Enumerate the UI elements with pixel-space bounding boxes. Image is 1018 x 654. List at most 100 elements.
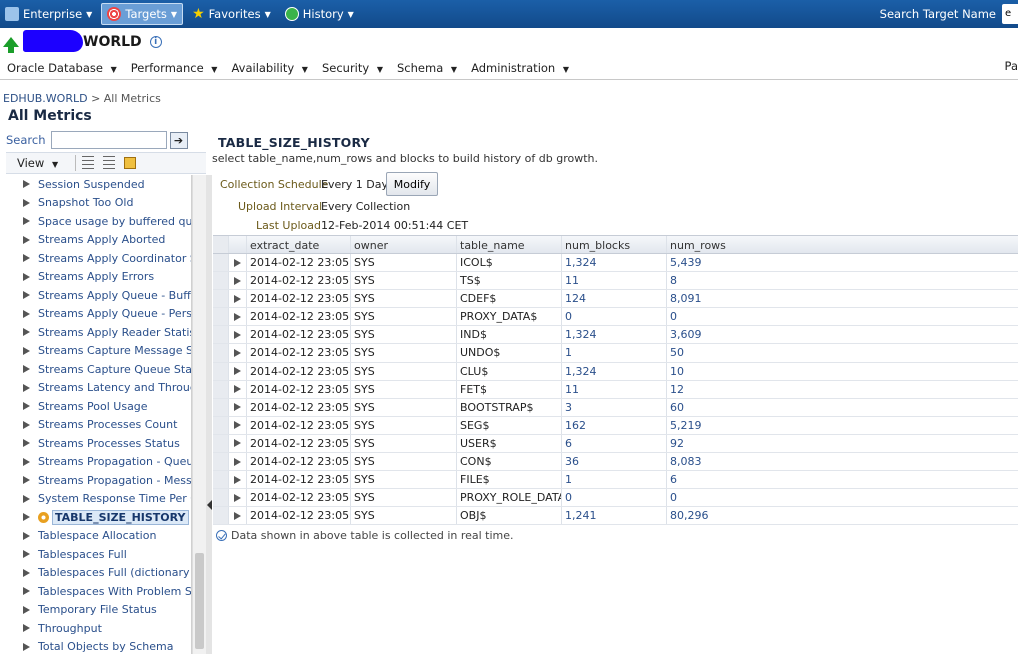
expand-triangle-icon[interactable] xyxy=(23,476,30,485)
target-name[interactable]: WORLD xyxy=(23,30,142,52)
row-selector[interactable] xyxy=(213,434,229,453)
table-row[interactable]: 2014-02-12 23:05:46SYSIND$1,3243,609 xyxy=(213,326,1018,345)
expand-triangle-icon[interactable] xyxy=(23,291,30,300)
tree-item[interactable]: Streams Pool Usage xyxy=(6,397,191,416)
row-selector[interactable] xyxy=(213,471,229,489)
tree-item[interactable]: Tablespaces With Problem Segr xyxy=(6,582,191,601)
expand-triangle-icon[interactable] xyxy=(23,346,30,355)
row-selector[interactable] xyxy=(213,308,229,326)
table-row[interactable]: 2014-02-12 23:05:46SYSICOL$1,3245,439 xyxy=(213,254,1018,273)
tree-item[interactable]: Streams Propagation - Queue P xyxy=(6,453,191,472)
metric-search-input[interactable] xyxy=(50,131,167,149)
row-expand[interactable] xyxy=(229,272,247,290)
expand-triangle-icon[interactable] xyxy=(23,254,30,263)
tree-item[interactable]: Streams Processes Count xyxy=(6,416,191,435)
row-selector[interactable] xyxy=(213,344,229,362)
menu-security[interactable]: Security ▼ xyxy=(315,61,390,75)
menu-schema[interactable]: Schema ▼ xyxy=(390,61,464,75)
hierarchy-icon[interactable] xyxy=(124,157,137,169)
info-icon[interactable]: i xyxy=(149,36,162,48)
table-row[interactable]: 2014-02-12 23:05:46SYSCDEF$1248,091 xyxy=(213,290,1018,309)
expand-triangle-icon[interactable] xyxy=(23,420,30,429)
collapse-panel-icon[interactable] xyxy=(207,500,212,510)
targets-menu[interactable]: Targets ▼ xyxy=(101,3,184,25)
tree-item[interactable]: Snapshot Too Old xyxy=(6,194,191,213)
expand-triangle-icon[interactable] xyxy=(23,457,30,466)
expand-triangle-icon[interactable] xyxy=(23,513,30,522)
column-header-num-blocks[interactable]: num_blocks xyxy=(562,236,667,253)
row-expand[interactable] xyxy=(229,434,247,453)
expand-triangle-icon[interactable] xyxy=(23,198,30,207)
collapse-all-icon[interactable] xyxy=(103,156,116,170)
page-menu-truncated[interactable]: Pa xyxy=(1005,59,1018,73)
column-header-num-rows[interactable]: num_rows xyxy=(667,236,1018,253)
table-row[interactable]: 2014-02-12 23:05:46SYSFET$1112 xyxy=(213,380,1018,399)
row-selector[interactable] xyxy=(213,254,229,272)
row-selector[interactable] xyxy=(213,290,229,308)
expand-triangle-icon[interactable] xyxy=(23,402,30,411)
history-menu[interactable]: History ▼ xyxy=(280,3,359,25)
expand-triangle-icon[interactable] xyxy=(23,642,30,651)
row-expand[interactable] xyxy=(229,453,247,471)
tree-item[interactable]: Streams Apply Queue - Persiste xyxy=(6,305,191,324)
menu-administration[interactable]: Administration ▼ xyxy=(464,61,576,75)
target-search-input[interactable]: e xyxy=(1002,4,1018,24)
tree-item[interactable]: Streams Apply Aborted xyxy=(6,231,191,250)
tree-item[interactable]: Temporary File Status xyxy=(6,601,191,620)
table-row[interactable]: 2014-02-12 23:05:46SYSTS$118 xyxy=(213,272,1018,291)
tree-item[interactable]: Streams Processes Status xyxy=(6,434,191,453)
menu-availability[interactable]: Availability ▼ xyxy=(224,61,315,75)
row-expand[interactable] xyxy=(229,308,247,326)
expand-triangle-icon[interactable] xyxy=(23,383,30,392)
tree-item[interactable]: Streams Apply Reader Statistic xyxy=(6,323,191,342)
tree-item[interactable]: Streams Propagation - Message xyxy=(6,471,191,490)
expand-triangle-icon[interactable] xyxy=(23,217,30,226)
panel-splitter[interactable] xyxy=(206,175,212,654)
breadcrumb-parent-link[interactable]: EDHUB.WORLD xyxy=(3,92,88,105)
expand-triangle-icon[interactable] xyxy=(23,550,30,559)
expand-triangle-icon[interactable] xyxy=(23,439,30,448)
expand-triangle-icon[interactable] xyxy=(23,272,30,281)
row-selector[interactable] xyxy=(213,398,229,416)
row-expand[interactable] xyxy=(229,416,247,434)
expand-all-icon[interactable] xyxy=(82,156,95,170)
expand-triangle-icon[interactable] xyxy=(23,605,30,614)
row-expand[interactable] xyxy=(229,362,247,380)
tree-item[interactable]: Tablespace Allocation xyxy=(6,527,191,546)
tree-item[interactable]: Total Objects by Schema xyxy=(6,638,191,654)
tree-item[interactable]: Streams Apply Queue - Buffere xyxy=(6,286,191,305)
table-row[interactable]: 2014-02-12 23:05:46SYSOBJ$1,24180,296 xyxy=(213,507,1018,526)
expand-triangle-icon[interactable] xyxy=(23,365,30,374)
tree-scrollbar[interactable] xyxy=(192,175,206,654)
row-selector[interactable] xyxy=(213,380,229,398)
search-go-button[interactable]: ➔ xyxy=(169,131,188,149)
row-selector[interactable] xyxy=(213,362,229,380)
row-expand[interactable] xyxy=(229,344,247,362)
row-selector[interactable] xyxy=(213,453,229,471)
tree-item[interactable]: TABLE_SIZE_HISTORY xyxy=(6,508,191,527)
modify-button[interactable]: Modify xyxy=(386,172,438,196)
tree-item[interactable]: Streams Apply Coordinator Sta xyxy=(6,249,191,268)
row-expand[interactable] xyxy=(229,471,247,489)
table-row[interactable]: 2014-02-12 23:05:46SYSCON$368,083 xyxy=(213,453,1018,472)
row-expand[interactable] xyxy=(229,489,247,507)
table-row[interactable]: 2014-02-12 23:05:46SYSFILE$16 xyxy=(213,471,1018,490)
expand-triangle-icon[interactable] xyxy=(23,531,30,540)
table-row[interactable]: 2014-02-12 23:05:46SYSPROXY_DATA$00 xyxy=(213,308,1018,327)
row-selector[interactable] xyxy=(213,507,229,525)
favorites-menu[interactable]: ★ Favorites ▼ xyxy=(187,3,276,25)
table-row[interactable]: 2014-02-12 23:05:46SYSUSER$692 xyxy=(213,434,1018,454)
row-selector[interactable] xyxy=(213,326,229,344)
expand-triangle-icon[interactable] xyxy=(23,328,30,337)
expand-triangle-icon[interactable] xyxy=(23,180,30,189)
row-expand[interactable] xyxy=(229,398,247,416)
expand-triangle-icon[interactable] xyxy=(23,309,30,318)
row-selector[interactable] xyxy=(213,416,229,434)
expand-triangle-icon[interactable] xyxy=(23,568,30,577)
expand-triangle-icon[interactable] xyxy=(23,587,30,596)
enterprise-menu[interactable]: Enterprise ▼ xyxy=(0,3,97,25)
expand-triangle-icon[interactable] xyxy=(23,624,30,633)
menu-performance[interactable]: Performance ▼ xyxy=(124,61,225,75)
tree-item[interactable]: Space usage by buffered queu xyxy=(6,212,191,231)
row-expand[interactable] xyxy=(229,507,247,525)
